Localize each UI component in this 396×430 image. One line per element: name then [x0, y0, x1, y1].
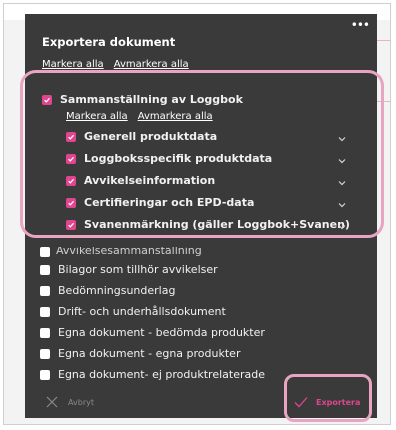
item-label: Drift- och underhållsdokument	[58, 305, 226, 318]
deselect-all-link[interactable]: Avmarkera alla	[114, 59, 189, 70]
list-item[interactable]: Drift- och underhållsdokument	[40, 305, 226, 318]
checkbox-unchecked[interactable]	[40, 264, 50, 275]
checkbox-unchecked[interactable]	[40, 348, 50, 359]
item-label: Egna dokument- ej produktrelaterade	[58, 368, 265, 381]
item-label: Bedömningsunderlag	[58, 284, 176, 297]
dialog-title: Exportera dokument	[42, 35, 176, 49]
checkbox-unchecked[interactable]	[40, 369, 50, 380]
checkbox-unchecked[interactable]	[40, 247, 50, 257]
more-options-icon[interactable]: •••	[351, 18, 370, 32]
item-label: Egna dokument - bedömda produkter	[58, 326, 265, 339]
cancel-button[interactable]: Avbryt	[46, 396, 94, 408]
list-item[interactable]: Egna dokument - egna produkter	[40, 347, 240, 360]
list-item[interactable]: Bedömningsunderlag	[40, 284, 175, 297]
global-select-links: Markera alla Avmarkera alla	[42, 59, 189, 70]
cancel-label: Avbryt	[68, 397, 94, 407]
close-icon	[46, 396, 58, 408]
highlight-box	[20, 70, 384, 238]
export-highlight-box	[284, 374, 372, 422]
item-label: Egna dokument - egna produkter	[58, 347, 241, 360]
checkbox-unchecked[interactable]	[40, 306, 50, 317]
list-item[interactable]: Egna dokument- ej produktrelaterade	[40, 368, 265, 381]
select-all-link[interactable]: Markera alla	[42, 59, 104, 70]
checkbox-unchecked[interactable]	[40, 285, 50, 296]
list-item[interactable]: Bilagor som tillhör avvikelser	[40, 263, 218, 276]
list-item[interactable]: Egna dokument - bedömda produkter	[40, 326, 265, 339]
list-item-partial[interactable]: Avvikelsesammanställning	[40, 247, 202, 257]
item-label: Bilagor som tillhör avvikelser	[58, 263, 218, 276]
item-label: Avvikelsesammanställning	[56, 247, 202, 257]
checkbox-unchecked[interactable]	[40, 327, 50, 338]
